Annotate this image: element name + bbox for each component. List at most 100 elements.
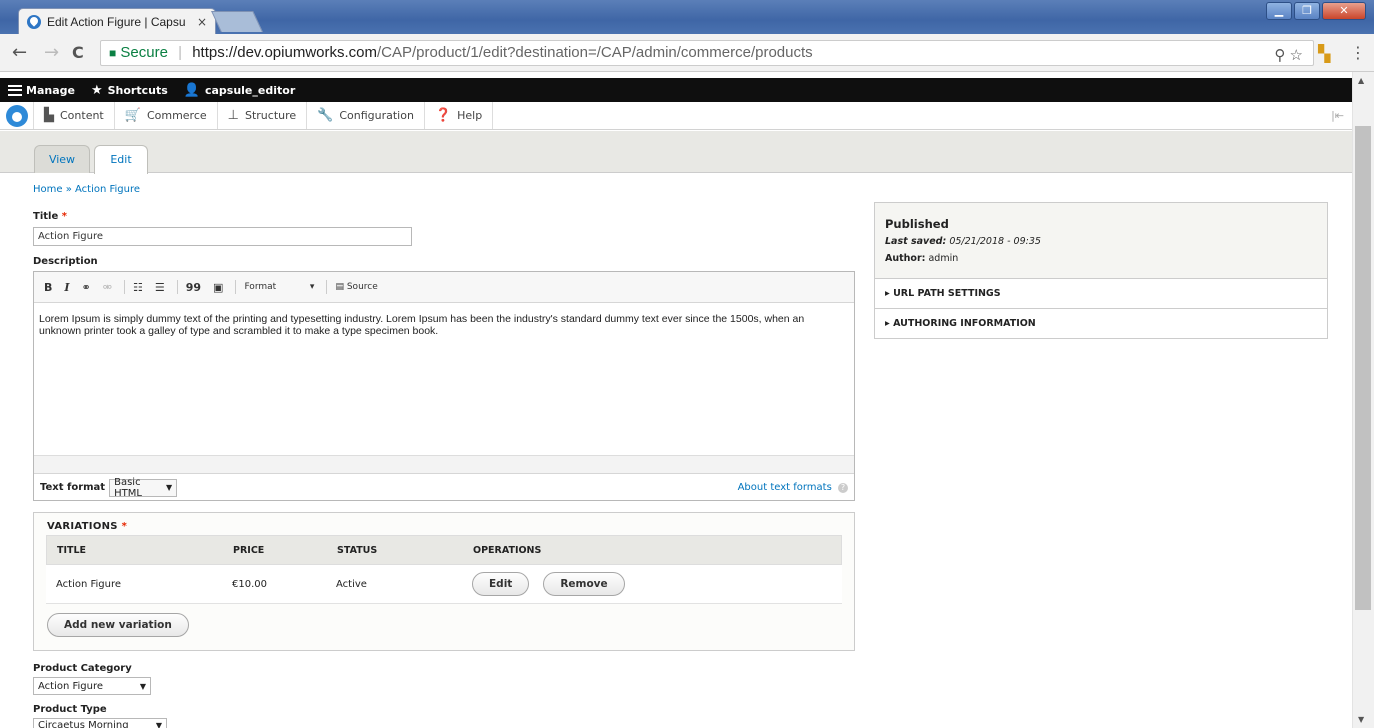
chevron-down-icon: ▼ bbox=[155, 720, 162, 728]
tab-edit[interactable]: Edit bbox=[94, 145, 148, 174]
unlink-icon[interactable]: ⚮ bbox=[103, 281, 112, 294]
tray-item-help[interactable]: ❓ Help bbox=[423, 102, 494, 129]
remove-variation-button[interactable]: Remove bbox=[543, 572, 625, 596]
breadcrumb[interactable]: Home » Action Figure bbox=[33, 184, 140, 195]
source-icon: ▤ bbox=[335, 282, 344, 292]
variations-table: TITLE PRICE STATUS OPERATIONS Action Fig… bbox=[46, 535, 842, 604]
extension-icon[interactable]: ▚ bbox=[1318, 44, 1330, 63]
title-label-text: Title bbox=[33, 211, 59, 222]
title-input[interactable]: Action Figure bbox=[33, 227, 412, 246]
tray-item-configuration[interactable]: 🔧 Configuration bbox=[306, 102, 424, 129]
tray-label-structure: Structure bbox=[244, 109, 297, 122]
new-tab-button[interactable] bbox=[211, 11, 263, 32]
edit-variation-button[interactable]: Edit bbox=[472, 572, 530, 596]
tray-label-content: Content bbox=[60, 109, 104, 122]
bullet-list-icon[interactable]: ☷ bbox=[133, 281, 143, 294]
browser-tab[interactable]: Edit Action Figure | Capsu × bbox=[18, 8, 216, 34]
last-saved: Last saved: 05/21/2018 - 09:35 bbox=[885, 236, 1041, 247]
link-icon[interactable]: ⚭ bbox=[82, 281, 91, 294]
authoring-information-label: AUTHORING INFORMATION bbox=[893, 318, 1036, 329]
authoring-information-toggle[interactable]: ▸ AUTHORING INFORMATION bbox=[875, 308, 1327, 338]
source-label: Source bbox=[346, 282, 378, 292]
last-saved-value: 05/21/2018 - 09:35 bbox=[949, 236, 1041, 247]
product-type-select[interactable]: Circaetus Morning ▼ bbox=[33, 718, 167, 728]
italic-button[interactable]: I bbox=[64, 281, 69, 294]
page-scrollbar[interactable]: ▲ ▼ bbox=[1352, 72, 1374, 728]
image-icon[interactable]: ▣ bbox=[213, 281, 223, 294]
primary-tabs: View Edit bbox=[0, 131, 1352, 174]
format-dropdown[interactable]: Format ▾ bbox=[244, 282, 314, 292]
description-editor: B I ⚭ ⚮ ☷ ☰ 99 ▣ Format ▾ ▤ Source Lorem… bbox=[33, 271, 855, 501]
column-header-status: STATUS bbox=[337, 544, 378, 556]
format-label: Format bbox=[244, 282, 277, 292]
tray-item-structure[interactable]: ⊥ Structure bbox=[216, 102, 307, 129]
toolbar-divider bbox=[176, 280, 178, 294]
chevron-down-icon: ▼ bbox=[165, 483, 173, 492]
window-controls: ▁ ❐ ✕ bbox=[1266, 2, 1366, 20]
bookmark-star-icon[interactable]: ☆ bbox=[1290, 47, 1303, 64]
tab-close-button[interactable]: × bbox=[197, 15, 207, 29]
variation-title: Action Figure bbox=[56, 578, 122, 590]
manage-button[interactable]: Manage bbox=[0, 78, 83, 102]
toolbar-divider bbox=[235, 280, 237, 294]
hamburger-icon bbox=[8, 84, 22, 96]
author: Author: admin bbox=[885, 253, 958, 264]
triangle-right-icon: ▸ bbox=[885, 288, 890, 299]
tray-collapse-icon[interactable]: |⇤ bbox=[1331, 109, 1344, 122]
url-path-settings-toggle[interactable]: ▸ URL PATH SETTINGS bbox=[875, 278, 1327, 308]
required-marker: * bbox=[61, 211, 67, 222]
shortcuts-label: Shortcuts bbox=[107, 83, 168, 97]
drupal-logo-icon[interactable] bbox=[6, 105, 28, 127]
user-icon: 👤 bbox=[183, 82, 200, 98]
required-marker: * bbox=[121, 521, 128, 532]
tray-item-content[interactable]: ▙ Content bbox=[33, 102, 114, 129]
variation-status: Active bbox=[336, 578, 367, 590]
manage-label: Manage bbox=[26, 83, 75, 97]
drupal-favicon-icon bbox=[27, 14, 41, 29]
user-button[interactable]: 👤 capsule_editor bbox=[176, 78, 303, 102]
blockquote-icon[interactable]: 99 bbox=[186, 281, 201, 294]
minimize-button[interactable]: ▁ bbox=[1266, 2, 1292, 20]
add-variation-button[interactable]: Add new variation bbox=[47, 613, 189, 637]
reload-icon[interactable]: C bbox=[72, 43, 84, 62]
tray-label-help: Help bbox=[457, 109, 483, 122]
maximize-button[interactable]: ❐ bbox=[1294, 2, 1320, 20]
browser-menu-icon[interactable]: ⋮ bbox=[1350, 43, 1366, 62]
scroll-thumb[interactable] bbox=[1355, 126, 1371, 610]
publish-status: Published bbox=[885, 217, 949, 231]
user-label: capsule_editor bbox=[204, 83, 296, 97]
product-category-label: Product Category bbox=[33, 663, 132, 674]
text-format-value: Basic HTML bbox=[114, 476, 142, 499]
chevron-down-icon: ▾ bbox=[309, 282, 315, 292]
forward-arrow-icon[interactable]: → bbox=[44, 42, 59, 63]
tray-item-commerce[interactable]: 🛒 Commerce bbox=[113, 102, 217, 129]
tab-view[interactable]: View bbox=[34, 145, 90, 173]
scroll-down-arrow-icon[interactable]: ▼ bbox=[1358, 715, 1364, 724]
bold-button[interactable]: B bbox=[44, 281, 52, 294]
source-button[interactable]: ▤ Source bbox=[335, 282, 377, 292]
shortcuts-button[interactable]: ★ Shortcuts bbox=[83, 78, 176, 102]
triangle-right-icon: ▸ bbox=[885, 318, 890, 329]
close-window-button[interactable]: ✕ bbox=[1322, 2, 1366, 20]
text-format-select[interactable]: Basic HTML ▼ bbox=[109, 476, 178, 499]
url-input[interactable]: ■ Secure | https://dev.opiumworks.com/CA… bbox=[100, 40, 1314, 66]
scroll-up-arrow-icon[interactable]: ▲ bbox=[1358, 76, 1364, 85]
editor-status-bar bbox=[34, 455, 854, 473]
url-path-settings-label: URL PATH SETTINGS bbox=[893, 288, 1001, 299]
numbered-list-icon[interactable]: ☰ bbox=[155, 281, 165, 294]
variation-operations: Edit Remove bbox=[472, 572, 842, 596]
about-text-formats-link[interactable]: About text formats ? bbox=[738, 482, 848, 493]
description-label: Description bbox=[33, 256, 98, 267]
address-bar-row: ← → C ■ Secure | https://dev.opiumworks.… bbox=[0, 34, 1374, 72]
back-arrow-icon[interactable]: ← bbox=[12, 42, 27, 63]
zoom-icon[interactable]: ⚲ bbox=[1274, 47, 1285, 64]
admin-tray: ▙ Content 🛒 Commerce ⊥ Structure 🔧 Confi… bbox=[0, 102, 1352, 130]
file-icon: ▙ bbox=[44, 108, 54, 123]
url-host: https://dev.opiumworks.com bbox=[192, 44, 377, 61]
url-path: /CAP/product/1/edit?destination=/CAP/adm… bbox=[377, 44, 813, 61]
product-category-select[interactable]: Action Figure ▼ bbox=[33, 677, 151, 695]
product-type-value: Circaetus Morning bbox=[38, 719, 129, 728]
editor-body[interactable]: Lorem Ipsum is simply dummy text of the … bbox=[34, 303, 854, 453]
column-header-operations: OPERATIONS bbox=[473, 544, 542, 556]
author-label: Author: bbox=[885, 253, 926, 264]
